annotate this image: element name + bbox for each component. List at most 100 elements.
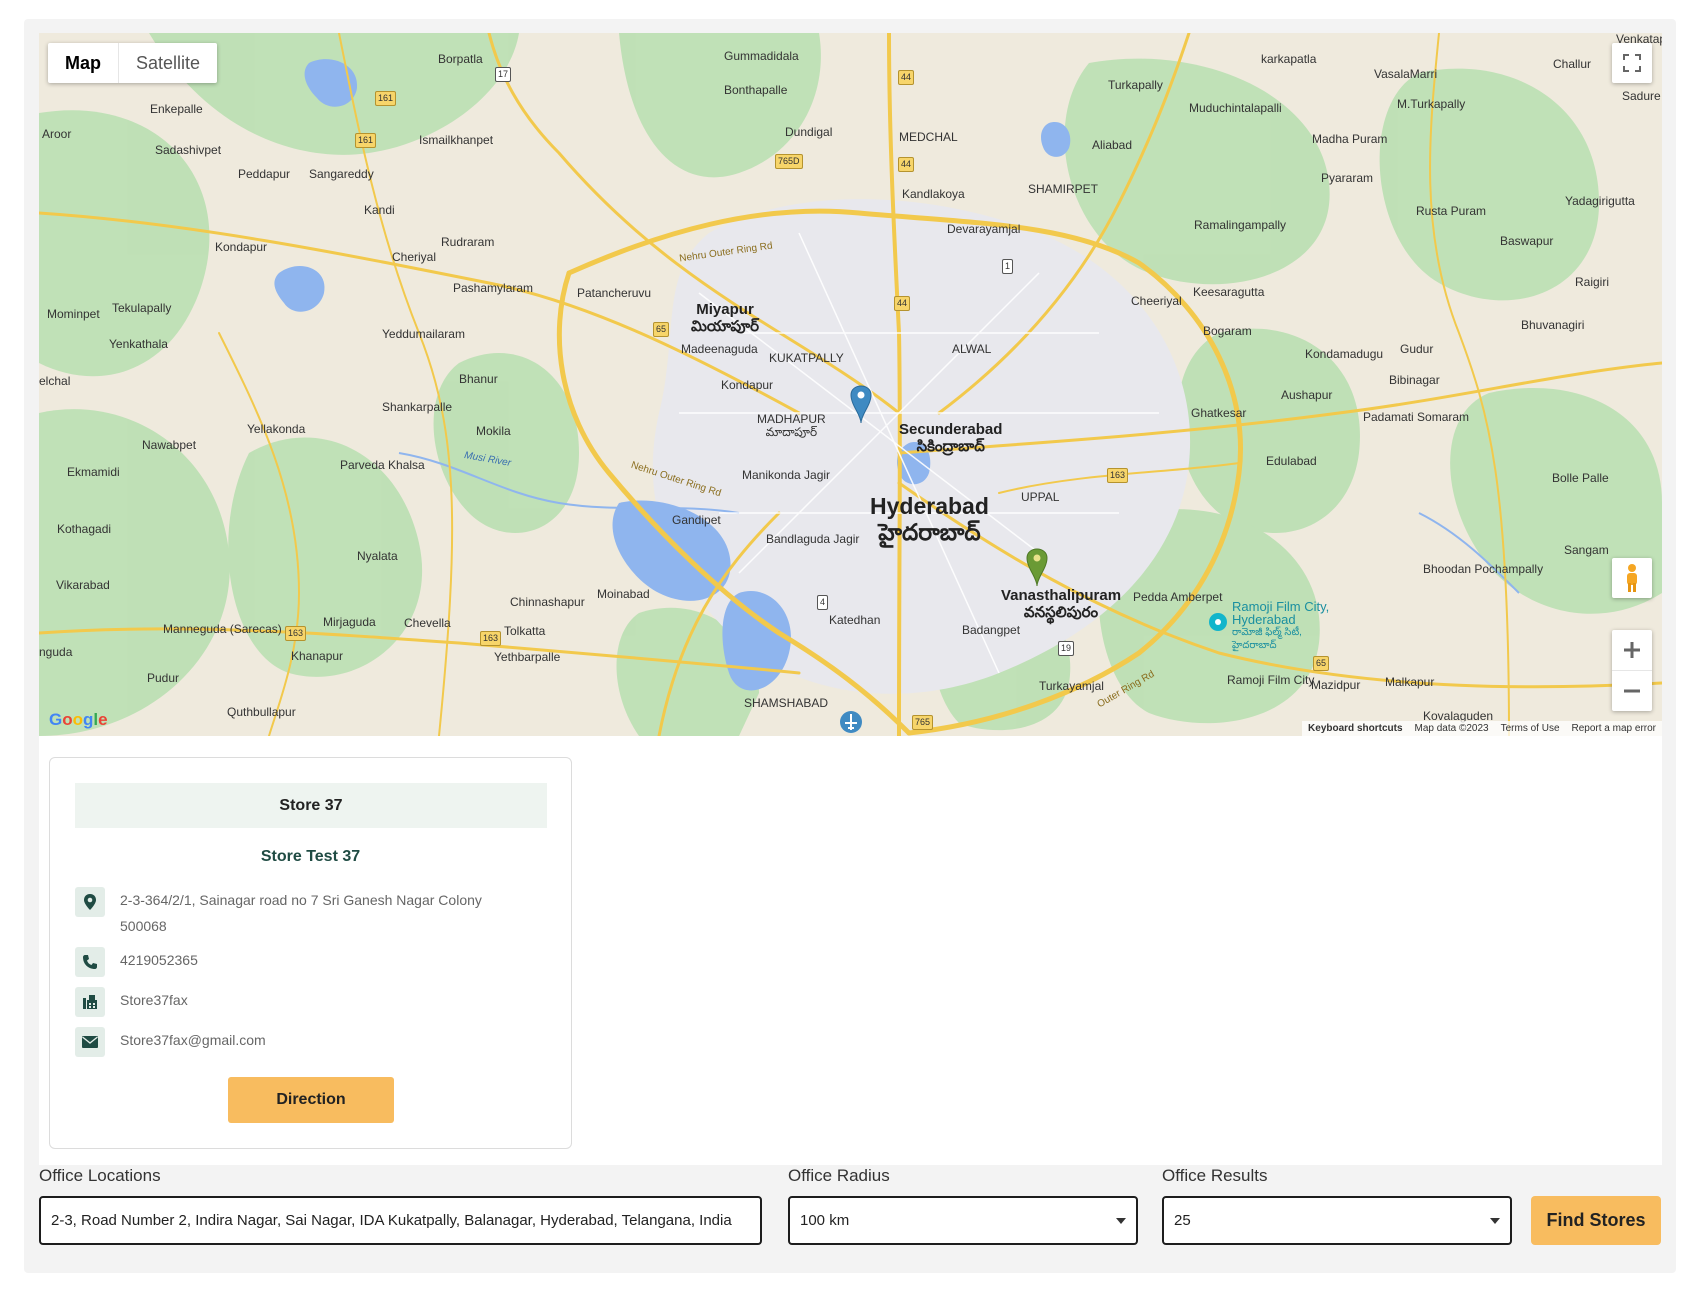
map-place-label: Gummadidala (724, 49, 799, 63)
highway-shield: 765 (912, 715, 934, 730)
map-type-toggle[interactable]: Map Satellite (48, 43, 218, 83)
minus-icon (1624, 689, 1640, 693)
map-place-label: Bonthapalle (724, 83, 788, 97)
terms-link[interactable]: Terms of Use (1501, 723, 1560, 734)
find-stores-button[interactable]: Find Stores (1531, 1196, 1661, 1245)
map-view[interactable]: Gummadidala Borpatla Enkepalle Aroor Sad… (39, 33, 1662, 736)
map-place-label: Gudur (1400, 342, 1434, 356)
office-radius-value: 100 km (800, 1212, 850, 1229)
map-area-label-miyapur: Miyapur మియాపూర్ (691, 301, 760, 335)
map-place-label: Madeenaguda (681, 342, 758, 356)
highway-shield: 163 (1107, 468, 1129, 483)
map-place-label: Padamati Somaram (1363, 410, 1470, 424)
ramoji-poi-icon (1209, 613, 1227, 631)
highway-shield: 765D (775, 154, 803, 169)
map-type-satellite-button[interactable]: Satellite (119, 43, 217, 83)
chevron-down-icon (1116, 1218, 1126, 1224)
map-place-label: Khanapur (291, 649, 344, 663)
zoom-out-button[interactable] (1612, 671, 1652, 711)
map-place-label: Keesaragutta (1193, 285, 1265, 299)
map-place-label: Aroor (42, 127, 72, 141)
map-place-label: Yeddumailaram (382, 327, 465, 341)
map-place-label: Sangam (1564, 543, 1609, 557)
zoom-in-button[interactable] (1612, 630, 1652, 671)
map-place-label: Mirjaguda (323, 615, 376, 629)
map-place-label: ALWAL (952, 342, 992, 356)
map-place-label: nguda (39, 645, 73, 659)
store-fax: Store37fax (120, 992, 188, 1008)
highway-shield: 44 (898, 157, 915, 172)
map-place-label: Rudraram (441, 235, 495, 249)
store-card-header: Store 37 (75, 783, 547, 828)
office-location-input[interactable]: 2-3, Road Number 2, Indira Nagar, Sai Na… (39, 1196, 762, 1245)
direction-button[interactable]: Direction (228, 1077, 394, 1123)
map-place-label: Pedda Amberpet (1133, 590, 1223, 604)
map-place-label: Baswapur (1500, 234, 1554, 248)
map-place-label: Dundigal (785, 125, 833, 139)
map-place-label: Mokila (476, 424, 511, 438)
map-place-label: Shankarpalle (382, 400, 453, 414)
highway-shield: 19 (1058, 641, 1075, 656)
keyboard-shortcuts-link[interactable]: Keyboard shortcuts (1308, 723, 1402, 734)
map-place-label: UPPAL (1021, 490, 1060, 504)
map-place-label: Pashamylaram (453, 281, 534, 295)
map-place-label: Pyararam (1321, 171, 1374, 185)
envelope-icon (75, 1027, 105, 1057)
map-place-label: Bhuvanagiri (1521, 318, 1585, 332)
map-place-label: Kondamadugu (1305, 347, 1384, 361)
plus-icon (1624, 642, 1640, 658)
google-logo[interactable]: Google (49, 710, 108, 730)
map-city-label-hyderabad: Hyderabad హైదరాబాద్ (870, 493, 989, 545)
pegman-icon (1627, 564, 1637, 592)
fax-icon (75, 987, 105, 1017)
map-place-label: Bhanur (459, 372, 498, 386)
highway-shield: 163 (480, 631, 502, 646)
map-place-label: Sadashivpet (155, 143, 222, 157)
highway-shield: 65 (653, 322, 670, 337)
map-place-label: Ramalingampally (1194, 218, 1287, 232)
map-place-label: Pudur (147, 671, 180, 685)
map-place-label: Gandipet (672, 513, 721, 527)
phone-icon (75, 947, 105, 977)
map-place-label: Chinnashapur (510, 595, 585, 609)
map-place-label: Nyalata (357, 549, 398, 563)
fullscreen-button[interactable] (1612, 43, 1652, 83)
map-place-label: Ismailkhanpet (419, 133, 494, 147)
map-place-label: MEDCHAL (899, 130, 958, 144)
highway-shield: 1 (1002, 259, 1014, 274)
map-place-label: Borpatla (438, 52, 483, 66)
map-place-label: Bhoodan Pochampally (1423, 562, 1544, 576)
map-place-label: Bandlaguda Jagir (766, 532, 860, 546)
map-place-label: Turkapally (1108, 78, 1163, 92)
map-place-label: Ramoji Film City (1227, 673, 1315, 687)
map-place-label: Nawabpet (142, 438, 197, 452)
office-results-value: 25 (1174, 1212, 1191, 1229)
map-area-label-secunderabad: Secunderabad సికింద్రాబాద్ (899, 421, 1003, 455)
map-place-label: Mazidpur (1311, 678, 1361, 692)
street-view-pegman[interactable] (1612, 558, 1652, 598)
map-place-label: SHAMSHABAD (744, 696, 829, 710)
fullscreen-icon (1623, 54, 1641, 72)
map-place-label: Madha Puram (1312, 132, 1388, 146)
map-place-label: Chevella (404, 616, 451, 630)
map-place-label: Manneguda (Sarecas) (163, 622, 282, 636)
map-place-label: Cheeriyal (1131, 294, 1182, 308)
map-area-label-madhapur: MADHAPUR మాదాపూర్ (757, 412, 826, 439)
map-place-label: Rusta Puram (1416, 204, 1487, 218)
office-results-select[interactable]: 25 (1162, 1196, 1512, 1245)
map-place-label: Ghatkesar (1191, 406, 1247, 420)
map-place-label: Quthbullapur (227, 705, 296, 719)
store-phone-row: 4219052365 (75, 947, 198, 977)
office-radius-select[interactable]: 100 km (788, 1196, 1138, 1245)
map-attribution: Keyboard shortcuts Map data ©2023 Terms … (1302, 721, 1662, 736)
map-place-label: Ekmamidi (67, 465, 120, 479)
map-place-label: Devarayamjal (947, 222, 1021, 236)
map-area-label-vanasthalipuram: Vanasthalipuram వనస్థలిపురం (1001, 587, 1122, 621)
map-place-label: karkapatla (1261, 52, 1317, 66)
map-pin-icon (75, 887, 105, 917)
map-type-map-button[interactable]: Map (48, 43, 119, 83)
map-place-label: Enkepalle (150, 102, 203, 116)
map-place-label: M.Turkapally (1397, 97, 1466, 111)
report-error-link[interactable]: Report a map error (1572, 723, 1656, 734)
map-place-label: Bibinagar (1389, 373, 1440, 387)
